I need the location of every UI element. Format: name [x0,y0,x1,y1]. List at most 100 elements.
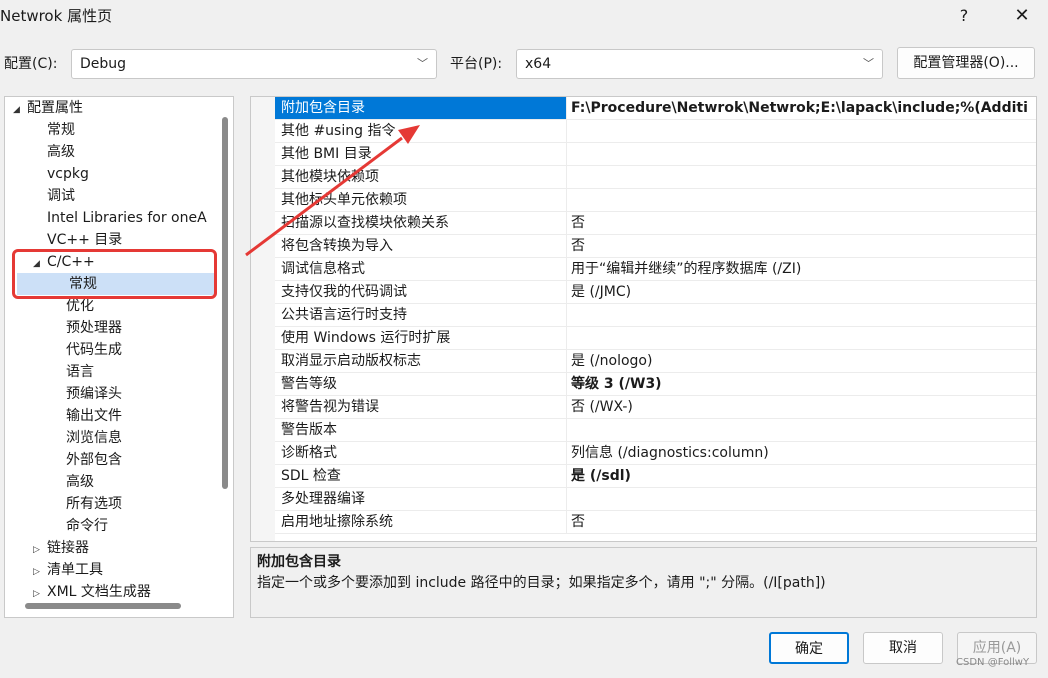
tree-item[interactable]: ▷ 链接器 [5,537,89,559]
property-name: 公共语言运行时支持 [275,304,567,326]
property-row[interactable]: 警告版本 [275,419,1036,442]
tree-item[interactable]: 预处理器 [5,317,122,339]
property-row[interactable]: 附加包含目录 F:\Procedure\Netwrok\Netwrok;E:\la… [275,97,1036,120]
collapsed-triangle-icon[interactable]: ▷ [33,561,47,583]
tree-item[interactable]: 高级 [5,471,94,493]
tree-item[interactable]: 调试 [5,185,75,207]
cancel-button[interactable]: 取消 [863,632,943,664]
tree-item-label: 命令行 [66,518,108,534]
tree-item-label: 优化 [66,298,94,314]
property-value[interactable]: 否 [567,235,1036,257]
property-row[interactable]: 将包含转换为导入否 [275,235,1036,258]
tree-item-label: 输出文件 [66,408,122,424]
collapsed-triangle-icon[interactable]: ▷ [33,539,47,561]
tree-item-label: 所有选项 [66,496,122,512]
property-value[interactable] [567,166,1036,188]
property-row[interactable]: 其他 #using 指令 [275,120,1036,143]
property-row[interactable]: 支持仅我的代码调试是 (/JMC) [275,281,1036,304]
property-name: 其他 #using 指令 [275,120,567,142]
property-value[interactable] [567,488,1036,510]
tree-item[interactable]: 语言 [5,361,94,383]
tree-item[interactable]: 浏览信息 [5,427,122,449]
property-row[interactable]: 其他模块依赖项 [275,166,1036,189]
tree-item[interactable]: 命令行 [5,515,108,537]
tree-item[interactable]: vcpkg [5,163,89,185]
property-row[interactable]: 取消显示启动版权标志是 (/nologo) [275,350,1036,373]
tree-item[interactable]: 代码生成 [5,339,122,361]
tree-item[interactable]: 外部包含 [5,449,122,471]
tree-item-label: 外部包含 [66,452,122,468]
property-value[interactable]: 用于“编辑并继续”的程序数据库 (/ZI) [567,258,1036,280]
property-name: SDL 检查 [275,465,567,487]
collapsed-triangle-icon[interactable]: ▷ [33,583,47,605]
property-value[interactable]: 否 (/WX-) [567,396,1036,418]
property-row[interactable]: SDL 检查是 (/sdl) [275,465,1036,488]
property-row[interactable]: 其他 BMI 目录 [275,143,1036,166]
property-row[interactable]: 公共语言运行时支持 [275,304,1036,327]
property-grid[interactable]: 附加包含目录 F:\Procedure\Netwrok\Netwrok;E:\la… [250,96,1037,542]
tree-item-label: VC++ 目录 [47,232,123,248]
help-button[interactable]: ? [948,3,980,29]
tree-item[interactable]: ▷ XML 文档生成器 [5,581,151,603]
expanded-triangle-icon[interactable]: ◢ [33,253,47,275]
property-row[interactable]: 其他标头单元依赖项 [275,189,1036,212]
close-button[interactable]: ✕ [1004,3,1040,29]
tree-item[interactable]: ▷ 清单工具 [5,559,103,581]
config-select[interactable]: Debug ﹀ [71,49,437,79]
tree-item[interactable]: 常规 [17,273,217,295]
property-value[interactable] [567,419,1036,441]
property-row[interactable]: 警告等级 等级 3 (/W3) [275,373,1036,396]
property-row[interactable]: 使用 Windows 运行时扩展 [275,327,1036,350]
property-tree[interactable]: ◢ 配置属性 常规 高级 vcpkg 调试 Intel Libraries for oneA… [4,96,234,618]
tree-item-label: 常规 [69,276,97,292]
property-value[interactable]: 是 (/JMC) [567,281,1036,303]
property-row[interactable]: 调试信息格式 用于“编辑并继续”的程序数据库 (/ZI) [275,258,1036,281]
tree-item[interactable]: ◢ C/C++ [5,251,95,273]
property-value[interactable] [567,327,1036,349]
tree-item-label: 配置属性 [27,100,83,116]
property-value[interactable]: 列信息 (/diagnostics:column) [567,442,1036,464]
property-value[interactable]: 否 [567,212,1036,234]
tree-item[interactable]: 所有选项 [5,493,122,515]
property-value[interactable]: 是 (/nologo) [567,350,1036,372]
property-value[interactable] [567,304,1036,326]
platform-select[interactable]: x64 ﹀ [516,49,883,79]
tree-item-label: 高级 [47,144,75,160]
watermark: CSDN @FollwY [956,657,1030,668]
tree-item[interactable]: VC++ 目录 [5,229,122,251]
property-name: 多处理器编译 [275,488,567,510]
property-value[interactable]: 等级 3 (/W3) [567,373,1036,395]
property-row[interactable]: 扫描源以查找模块依赖关系否 [275,212,1036,235]
property-value[interactable]: 否 [567,511,1036,533]
tree-item[interactable]: 高级 [5,141,75,163]
property-value[interactable] [567,189,1036,211]
tree-item-label: 高级 [66,474,94,490]
property-row[interactable]: 启用地址擦除系统否 [275,511,1036,534]
property-name: 取消显示启动版权标志 [275,350,567,372]
property-value[interactable] [567,120,1036,142]
property-name: 其他标头单元依赖项 [275,189,567,211]
property-value[interactable]: F:\Procedure\Netwrok\Netwrok;E:\lapack\i… [567,97,1036,119]
property-name: 使用 Windows 运行时扩展 [275,327,567,349]
tree-item[interactable]: ◢ 配置属性 [5,97,83,119]
config-manager-button[interactable]: 配置管理器(O)... [897,47,1035,79]
tree-item[interactable]: 优化 [5,295,94,317]
property-row[interactable]: 多处理器编译 [275,488,1036,511]
ok-button[interactable]: 确定 [769,632,849,664]
tree-horizontal-scrollbar[interactable] [25,603,181,609]
tree-item[interactable]: 预编译头 [5,383,122,405]
tree-vertical-scrollbar[interactable] [222,117,228,489]
chevron-down-icon: ﹀ [417,57,428,70]
tree-item[interactable]: 输出文件 [5,405,122,427]
property-row[interactable]: 诊断格式 列信息 (/diagnostics:column) [275,442,1036,465]
property-row[interactable]: 将警告视为错误否 (/WX-) [275,396,1036,419]
platform-label: 平台(P): [450,56,503,72]
tree-item[interactable]: 常规 [5,119,75,141]
property-value[interactable]: 是 (/sdl) [567,465,1036,487]
property-value[interactable] [567,143,1036,165]
expanded-triangle-icon[interactable]: ◢ [13,99,27,121]
tree-item[interactable]: Intel Libraries for oneA [5,207,207,229]
tree-item-label: C/C++ [47,254,95,270]
tree-item-label: 预编译头 [66,386,122,402]
property-name: 扫描源以查找模块依赖关系 [275,212,567,234]
